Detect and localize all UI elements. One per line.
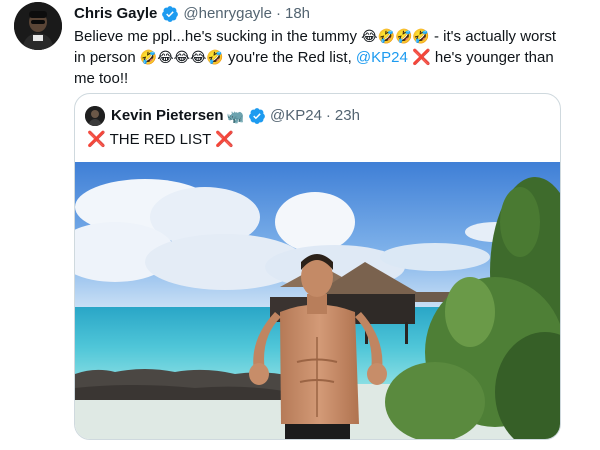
tweet-text: Believe me ppl...he's sucking in the tum… (74, 26, 574, 89)
tweet-text-segment: - it's actually worst (429, 28, 557, 45)
quoted-author-handle[interactable]: @KP24 (270, 106, 322, 126)
quoted-timestamp[interactable]: 23h (335, 106, 360, 126)
cross-mark-icon: ❌ (412, 49, 431, 66)
separator-dot: · (275, 5, 281, 22)
tweet-header: Chris Gayle @henrygayle · 18h (74, 3, 310, 25)
tweet-text-segment: Believe me ppl...he's sucking in the tum… (74, 28, 362, 45)
author-avatar[interactable] (14, 2, 62, 50)
quoted-text-segment: THE RED LIST (105, 131, 216, 148)
separator-dot: · (325, 107, 331, 124)
quoted-author-name[interactable]: Kevin Pietersen (111, 106, 224, 126)
author-name[interactable]: Chris Gayle (74, 4, 157, 24)
cross-mark-icon: ❌ (215, 131, 234, 148)
tweet-text-segment: he's younger than (430, 49, 554, 66)
laughing-emojis: 😂🤣🤣🤣 (361, 28, 430, 44)
laughing-emojis: 🤣😂😂😂🤣 (139, 49, 224, 65)
mention-link[interactable]: @KP24 (356, 49, 408, 66)
quoted-tweet-photo[interactable] (75, 162, 560, 439)
verified-badge-icon (161, 5, 179, 23)
tweet-text-segment: in person (74, 49, 140, 66)
quoted-author-avatar[interactable] (85, 106, 105, 126)
author-avatar-image (14, 2, 62, 50)
quoted-tweet[interactable]: Kevin Pietersen 🦏 @KP24 · 23h ❌ THE RED … (74, 93, 561, 440)
tweet-text-segment: you're the Red list, (223, 49, 356, 66)
tweet-timestamp[interactable]: 18h (285, 4, 310, 24)
tweet-card[interactable]: Chris Gayle @henrygayle · 18h Believe me… (0, 0, 600, 450)
tweet-text-segment: me too!! (74, 70, 129, 87)
quoted-tweet-text: ❌ THE RED LIST ❌ (87, 129, 234, 151)
author-handle[interactable]: @henrygayle (183, 4, 272, 24)
beach-photo-image (75, 162, 560, 439)
verified-badge-icon (248, 107, 266, 125)
quoted-tweet-header: Kevin Pietersen 🦏 @KP24 · 23h (85, 106, 360, 126)
cross-mark-icon: ❌ (87, 131, 106, 148)
rhino-emoji: 🦏 (226, 108, 244, 124)
